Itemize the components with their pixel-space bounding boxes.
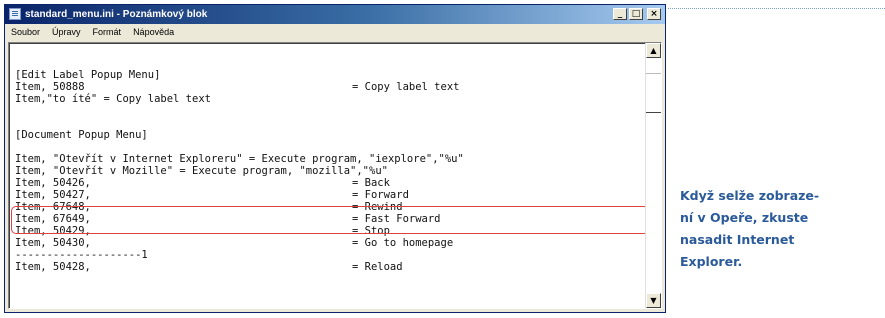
text-line-action: = Go to homepage [352, 237, 454, 249]
text-line-key: Item, 50888 [15, 81, 85, 93]
scroll-up-icon[interactable]: ▲ [646, 43, 661, 58]
menu-format[interactable]: Formát [93, 24, 122, 41]
text-line-key: [Document Popup Menu] [15, 129, 148, 141]
title-bar[interactable]: standard_menu.ini - Poznámkový blok _ □ … [5, 5, 665, 24]
text-line-key: Item, 50430, [15, 237, 91, 249]
window-controls: _ □ × [613, 8, 661, 20]
notepad-icon [9, 8, 21, 20]
caption-text: Když selže zobraze- ní v Opeře, zkuste n… [680, 188, 820, 269]
text-line-key: Item, 50427, [15, 189, 91, 201]
text-content[interactable]: [Edit Label Popup Menu] Item, 50888 = Copy… [15, 69, 641, 308]
text-line-action: = Reload [352, 261, 403, 273]
text-line-action: = Copy label text [352, 81, 460, 93]
vertical-scrollbar[interactable]: ▲ ▼ [645, 43, 661, 308]
text-line-key: Item, "Otevřít v Internet Exploreru" = E… [15, 153, 464, 165]
notepad-window: standard_menu.ini - Poznámkový blok _ □ … [4, 4, 666, 313]
text-line-key: --------------------1 [15, 249, 148, 261]
close-button[interactable]: × [647, 8, 661, 20]
menu-edit[interactable]: Úpravy [52, 24, 81, 41]
menu-bar: Soubor Úpravy Formát Nápověda [5, 24, 665, 41]
minimize-button[interactable]: _ [613, 8, 627, 20]
text-line-action: = Forward [352, 189, 409, 201]
text-line-key: [Edit Label Popup Menu] [15, 69, 161, 81]
scroll-thumb[interactable] [646, 73, 661, 113]
window-title: standard_menu.ini - Poznámkový blok [25, 9, 208, 20]
text-line-key: Item,"to íté" = Copy label text [15, 93, 211, 105]
highlight-annotation [11, 206, 649, 234]
text-editor[interactable]: [Edit Label Popup Menu] Item, 50888 = Copy… [8, 42, 662, 309]
menu-file[interactable]: Soubor [11, 24, 40, 41]
scroll-down-icon[interactable]: ▼ [646, 293, 661, 308]
text-line-action: = Back [352, 177, 390, 189]
text-line-key: Item, "Otevřít v Mozille" = Execute prog… [15, 165, 388, 177]
text-line-key: Item, 50426, [15, 177, 91, 189]
menu-help[interactable]: Nápověda [133, 24, 174, 41]
separator-line [668, 8, 885, 9]
text-line-key: Item, 50428, [15, 261, 91, 273]
maximize-button[interactable]: □ [629, 8, 643, 20]
